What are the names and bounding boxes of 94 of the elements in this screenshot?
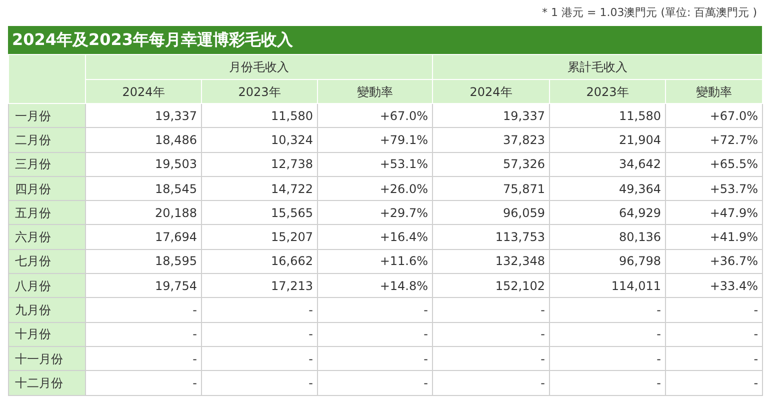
table-cell: - xyxy=(550,370,666,396)
unit-note: * 1 港元 = 1.03澳門元 (單位: 百萬澳門元 ) xyxy=(542,4,757,21)
table-cell: - xyxy=(86,298,202,322)
month-cell: 八月份 xyxy=(8,274,86,298)
table-cell: - xyxy=(550,298,666,322)
table-cell: +65.5% xyxy=(666,152,763,176)
table-cell: 21,904 xyxy=(550,128,666,152)
table-title: 2024年及2023年每月幸運博彩毛收入 xyxy=(8,26,762,54)
table-cell: 96,059 xyxy=(432,200,550,225)
table-cell: - xyxy=(666,322,763,346)
month-cell: 七月份 xyxy=(8,249,86,274)
table-cell: 75,871 xyxy=(432,176,550,201)
month-cell: 十月份 xyxy=(8,322,86,346)
table-cell: - xyxy=(666,298,763,322)
table-cell: +72.7% xyxy=(666,128,763,152)
month-cell: 四月份 xyxy=(8,176,86,201)
table-cell: +26.0% xyxy=(318,176,433,201)
table-cell: 15,207 xyxy=(202,224,318,250)
table-cell: - xyxy=(318,322,433,346)
table-cell: - xyxy=(86,322,202,346)
table-cell: 49,364 xyxy=(550,176,666,201)
table-cell: 20,188 xyxy=(86,200,202,225)
column-group-header: 月份毛收入 xyxy=(86,54,433,80)
table-cell: - xyxy=(550,346,666,371)
table-cell: 17,213 xyxy=(202,274,318,298)
table-cell: +41.9% xyxy=(666,224,763,250)
table-cell: - xyxy=(202,298,318,322)
month-cell: 九月份 xyxy=(8,298,86,322)
table-cell: - xyxy=(86,346,202,371)
table-cell: - xyxy=(666,346,763,371)
table-cell: 34,642 xyxy=(550,152,666,176)
table-cell: - xyxy=(432,322,550,346)
table-cell: +67.0% xyxy=(318,104,433,128)
table-cell: 11,580 xyxy=(550,104,666,128)
column-header: 2024年 xyxy=(86,80,202,104)
table-cell: 15,565 xyxy=(202,200,318,225)
table-cell: 18,595 xyxy=(86,249,202,274)
table-cell: - xyxy=(202,346,318,371)
month-cell: 五月份 xyxy=(8,200,86,225)
table-cell: 113,753 xyxy=(432,224,550,250)
table-cell: 114,011 xyxy=(550,274,666,298)
table-cell: 18,545 xyxy=(86,176,202,201)
table-cell: 12,738 xyxy=(202,152,318,176)
table-cell: 152,102 xyxy=(432,274,550,298)
table-cell: +11.6% xyxy=(318,249,433,274)
table-cell: +14.8% xyxy=(318,274,433,298)
table-cell: +79.1% xyxy=(318,128,433,152)
column-header: 變動率 xyxy=(666,80,763,104)
table-cell: - xyxy=(432,346,550,371)
table-cell: - xyxy=(318,346,433,371)
column-header: 變動率 xyxy=(318,80,433,104)
table-cell: 10,324 xyxy=(202,128,318,152)
table-cell: 132,348 xyxy=(432,249,550,274)
table-cell: +33.4% xyxy=(666,274,763,298)
month-cell: 六月份 xyxy=(8,224,86,250)
table-cell: - xyxy=(550,322,666,346)
month-cell: 一月份 xyxy=(8,104,86,128)
table-cell: 16,662 xyxy=(202,249,318,274)
month-cell: 三月份 xyxy=(8,152,86,176)
table-cell: 18,486 xyxy=(86,128,202,152)
table-cell: +67.0% xyxy=(666,104,763,128)
month-cell: 十一月份 xyxy=(8,346,86,371)
column-header: 2023年 xyxy=(202,80,318,104)
table-cell: - xyxy=(318,298,433,322)
table-cell: 14,722 xyxy=(202,176,318,201)
table-cell: 64,929 xyxy=(550,200,666,225)
table-cell: 96,798 xyxy=(550,249,666,274)
column-group-header: 累計毛收入 xyxy=(432,54,763,80)
table-cell: +53.7% xyxy=(666,176,763,201)
column-header: 2023年 xyxy=(550,80,666,104)
table-cell: 57,326 xyxy=(432,152,550,176)
table-cell: 19,337 xyxy=(86,104,202,128)
table-cell: 80,136 xyxy=(550,224,666,250)
table-cell: - xyxy=(86,370,202,396)
table-cell: +47.9% xyxy=(666,200,763,225)
table-cell: 11,580 xyxy=(202,104,318,128)
table-cell: +29.7% xyxy=(318,200,433,225)
month-cell: 二月份 xyxy=(8,128,86,152)
table-cell: - xyxy=(666,370,763,396)
table-cell: - xyxy=(432,370,550,396)
table-cell: - xyxy=(318,370,433,396)
table-cell: 19,754 xyxy=(86,274,202,298)
table-cell: +53.1% xyxy=(318,152,433,176)
table-cell: - xyxy=(202,322,318,346)
table-cell: +16.4% xyxy=(318,224,433,250)
table-cell: - xyxy=(432,298,550,322)
table-cell: - xyxy=(202,370,318,396)
table-cell: 19,337 xyxy=(432,104,550,128)
table-cell: +36.7% xyxy=(666,249,763,274)
month-cell: 十二月份 xyxy=(8,370,86,396)
table-cell: 17,694 xyxy=(86,224,202,250)
table-cell: 19,503 xyxy=(86,152,202,176)
column-header: 2024年 xyxy=(432,80,550,104)
table-cell: 37,823 xyxy=(432,128,550,152)
